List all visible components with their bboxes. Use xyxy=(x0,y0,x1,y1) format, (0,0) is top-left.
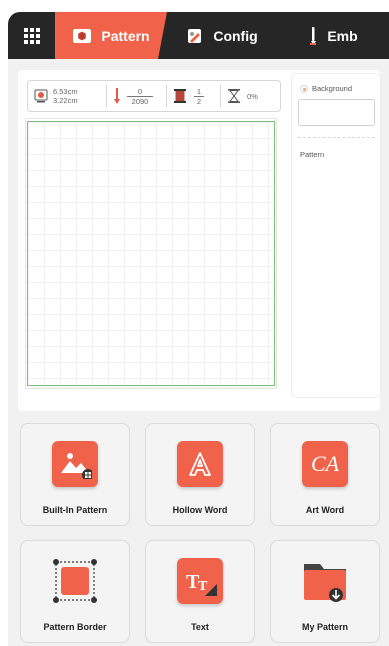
text-label: Text xyxy=(191,622,209,632)
built-in-pattern-button[interactable]: Built-In Pattern xyxy=(20,423,130,526)
hollow-word-icon xyxy=(177,441,223,487)
built-in-pattern-icon xyxy=(52,441,98,487)
pattern-border-label: Pattern Border xyxy=(43,622,107,632)
size-icon xyxy=(34,89,48,103)
top-nav: Pattern Config Emb xyxy=(8,12,389,59)
built-in-pattern-label: Built-In Pattern xyxy=(42,505,108,515)
menu-button[interactable] xyxy=(8,12,55,59)
thread-spool-icon xyxy=(174,89,186,103)
my-pattern-button[interactable]: My Pattern xyxy=(270,540,380,643)
pattern-stats-bar: 6.53cm 3.22cm 0 2090 1 2 0% xyxy=(27,80,281,112)
progress-percent: 0% xyxy=(247,91,258,101)
pattern-width: 6.53cm xyxy=(53,87,78,96)
pattern-border-icon xyxy=(52,558,98,604)
text-button[interactable]: TT Text xyxy=(145,540,255,643)
config-icon xyxy=(186,27,204,45)
background-label: Background xyxy=(300,84,352,93)
stitch-needle-icon xyxy=(114,88,120,104)
background-label-text: Background xyxy=(312,84,353,93)
layers-panel: Background Pattern xyxy=(291,73,381,398)
art-word-button[interactable]: CA Art Word xyxy=(270,423,380,526)
size-stat: 6.53cm 3.22cm xyxy=(28,85,106,107)
my-pattern-label: My Pattern xyxy=(301,622,348,632)
hollow-word-label: Hollow Word xyxy=(172,505,228,515)
tab-pattern[interactable]: Pattern xyxy=(55,12,167,59)
hourglass-icon xyxy=(228,89,240,103)
text-icon: TT xyxy=(177,558,223,604)
tab-pattern-label: Pattern xyxy=(101,27,150,44)
hollow-word-button[interactable]: Hollow Word xyxy=(145,423,255,526)
tab-emb-label: Emb xyxy=(327,27,358,44)
art-word-label: Art Word xyxy=(305,505,345,515)
progress-stat: 0% xyxy=(220,85,280,107)
background-selector[interactable] xyxy=(298,99,375,126)
background-color-icon xyxy=(300,84,308,93)
tab-config[interactable]: Config xyxy=(167,12,277,59)
embroidery-canvas[interactable] xyxy=(27,121,275,386)
current-color: 1 xyxy=(196,86,202,96)
pattern-layer-label: Pattern xyxy=(300,150,325,159)
my-pattern-icon xyxy=(302,558,348,604)
grid-menu-icon xyxy=(23,27,40,44)
pattern-border-button[interactable]: Pattern Border xyxy=(20,540,130,643)
app-screen: Pattern Config Emb 6.53cm 3.22cm 0 2090 … xyxy=(8,12,389,646)
workspace: 6.53cm 3.22cm 0 2090 1 2 0% Background P… xyxy=(18,70,381,411)
color-count-stat: 1 2 xyxy=(166,85,220,107)
art-word-icon: CA xyxy=(302,441,348,487)
pattern-icon xyxy=(72,28,92,44)
total-colors: 2 xyxy=(196,96,202,106)
tab-emb[interactable]: Emb xyxy=(277,12,389,59)
needle-icon xyxy=(308,26,318,46)
stitches-total: 2090 xyxy=(131,96,149,106)
svg-text:T: T xyxy=(198,579,208,594)
stitches-done: 0 xyxy=(137,86,143,96)
stitch-count-stat: 0 2090 xyxy=(106,85,166,107)
tab-config-label: Config xyxy=(213,27,258,44)
panel-divider xyxy=(298,137,375,138)
pattern-height: 3.22cm xyxy=(53,96,78,105)
